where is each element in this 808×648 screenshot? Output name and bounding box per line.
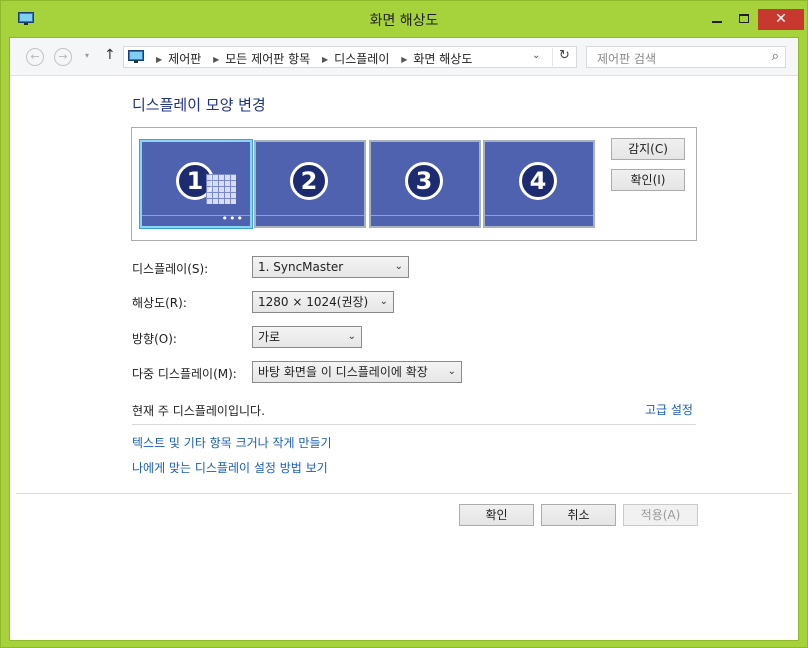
orientation-label: 방향(O):: [132, 332, 177, 346]
taskbar-line: [256, 215, 364, 216]
breadcrumb: ▶ 제어판 ▶ 모든 제어판 항목 ▶ 디스플레이 ▶ 화면 해상도: [148, 50, 472, 67]
orientation-select[interactable]: 가로 ⌄: [252, 326, 362, 348]
detect-button[interactable]: 감지(C): [611, 138, 685, 160]
search-box[interactable]: 제어판 검색 ⌕: [586, 46, 786, 68]
chevron-down-icon: ⌄: [447, 366, 456, 377]
display-label: 디스플레이(S):: [132, 262, 209, 276]
chevron-down-icon: ⌄: [394, 261, 403, 272]
taskbar-line: [485, 215, 593, 216]
up-button[interactable]: ↑: [104, 47, 116, 63]
more-icon: •••: [221, 212, 244, 225]
navigation-bar: ← → ▾ ↑ ▶ 제어판 ▶ 모든 제어판 항목 ▶ 디스플레이 ▶ 화면 해상도 ⌄…: [10, 38, 798, 76]
breadcrumb-separator-icon: ▶: [156, 55, 163, 64]
resolution-select[interactable]: 1280 × 1024(권장) ⌄: [252, 291, 394, 313]
footer-divider: [16, 493, 792, 494]
monitor-number: 3: [405, 162, 443, 200]
page-title: 디스플레이 모양 변경: [132, 96, 266, 114]
advanced-settings-link[interactable]: 고급 설정: [645, 401, 693, 418]
breadcrumb-display[interactable]: 디스플레이: [334, 52, 389, 66]
divider: [132, 424, 696, 425]
chevron-down-icon: ⌄: [347, 331, 356, 342]
breadcrumb-separator-icon[interactable]: ▶: [322, 55, 328, 64]
search-input[interactable]: 제어판 검색: [597, 50, 656, 67]
minimize-button[interactable]: [704, 9, 730, 29]
display-settings-help-link[interactable]: 나에게 맞는 디스플레이 설정 방법 보기: [132, 459, 328, 476]
breadcrumb-all-items[interactable]: 모든 제어판 항목: [225, 52, 310, 66]
address-history-dropdown[interactable]: ⌄: [532, 50, 540, 61]
taskbar-line: [371, 215, 479, 216]
minimize-icon: [712, 21, 722, 23]
close-button[interactable]: ✕: [758, 9, 804, 30]
monitor-4[interactable]: 4: [483, 140, 595, 228]
cancel-button[interactable]: 취소: [541, 504, 616, 526]
back-button[interactable]: ←: [26, 48, 44, 66]
chevron-down-icon: ⌄: [379, 296, 388, 307]
forward-button[interactable]: →: [54, 48, 72, 66]
multiple-displays-select[interactable]: 바탕 화면을 이 디스플레이에 확장 ⌄: [252, 361, 462, 383]
window-title: 화면 해상도: [369, 13, 439, 29]
search-icon[interactable]: ⌕: [772, 49, 779, 64]
identify-button[interactable]: 확인(I): [611, 169, 685, 191]
recent-locations-dropdown[interactable]: ▾: [85, 51, 89, 60]
monitor-3[interactable]: 3: [369, 140, 481, 228]
maximize-icon: [739, 14, 749, 23]
breadcrumb-screen-resolution[interactable]: 화면 해상도: [413, 52, 472, 66]
primary-display-icon: [206, 174, 236, 204]
multiple-displays-value: 바탕 화면을 이 디스플레이에 확장: [258, 365, 428, 379]
display-value: 1. SyncMaster: [258, 260, 344, 274]
display-resolution-window: 화면 해상도 ✕ ← → ▾ ↑ ▶ 제어판 ▶ 모든 제어판 항목 ▶ 디스플레이 …: [0, 0, 808, 648]
address-bar[interactable]: ▶ 제어판 ▶ 모든 제어판 항목 ▶ 디스플레이 ▶ 화면 해상도 ⌄ ↻: [123, 46, 577, 68]
control-panel-icon: [128, 50, 144, 63]
orientation-value: 가로: [258, 330, 281, 344]
monitor-number: 4: [519, 162, 557, 200]
resolution-label: 해상도(R):: [132, 296, 187, 310]
refresh-button[interactable]: ↻: [552, 48, 576, 66]
display-select[interactable]: 1. SyncMaster ⌄: [252, 256, 409, 278]
breadcrumb-separator-icon[interactable]: ▶: [213, 55, 219, 64]
text-size-link[interactable]: 텍스트 및 기타 항목 크거나 작게 만들기: [132, 434, 332, 451]
maximize-button[interactable]: [731, 9, 757, 29]
apply-button[interactable]: 적용(A): [623, 504, 698, 526]
client-area: ← → ▾ ↑ ▶ 제어판 ▶ 모든 제어판 항목 ▶ 디스플레이 ▶ 화면 해상도 ⌄…: [9, 37, 799, 641]
monitor-number: 2: [290, 162, 328, 200]
multiple-displays-label: 다중 디스플레이(M):: [132, 367, 237, 381]
primary-display-status: 현재 주 디스플레이입니다.: [132, 404, 265, 418]
resolution-value: 1280 × 1024(권장): [258, 295, 369, 309]
ok-button[interactable]: 확인: [459, 504, 534, 526]
breadcrumb-separator-icon[interactable]: ▶: [401, 55, 407, 64]
monitor-1[interactable]: 1 •••: [140, 140, 252, 228]
breadcrumb-control-panel[interactable]: 제어판: [168, 52, 201, 66]
monitor-2[interactable]: 2: [254, 140, 366, 228]
title-bar[interactable]: 화면 해상도 ✕: [1, 1, 807, 37]
